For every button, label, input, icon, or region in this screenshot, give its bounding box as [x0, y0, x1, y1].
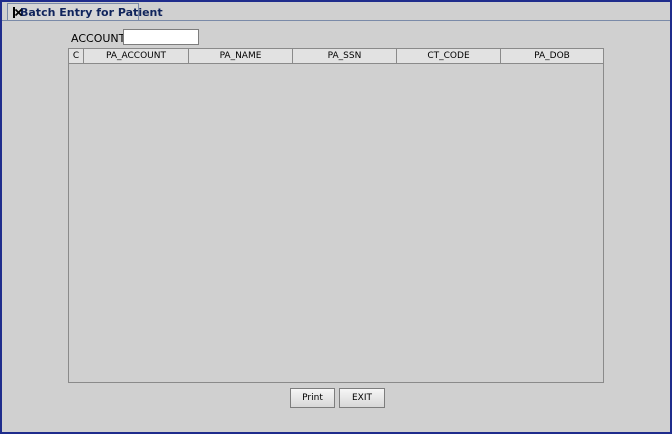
column-header-pa-ssn[interactable]: PA_SSN — [293, 49, 397, 63]
column-header-pa-dob[interactable]: PA_DOB — [501, 49, 603, 63]
tab-title: Batch Entry for Patient — [20, 5, 163, 19]
tab-divider — [2, 20, 670, 21]
column-header-pa-account[interactable]: PA_ACCOUNT — [84, 49, 189, 63]
column-header-c[interactable]: C — [69, 49, 84, 63]
exit-button[interactable]: EXIT — [339, 388, 385, 408]
column-header-ct-code[interactable]: CT_CODE — [397, 49, 501, 63]
account-input[interactable] — [123, 29, 199, 45]
table-header: C PA_ACCOUNT PA_NAME PA_SSN CT_CODE PA_D… — [69, 49, 603, 64]
print-button[interactable]: Print — [290, 388, 335, 408]
column-header-pa-name[interactable]: PA_NAME — [189, 49, 293, 63]
account-label: ACCOUNT — [71, 32, 126, 45]
tab-batch-entry[interactable]: Batch Entry for Patient — [7, 3, 163, 20]
app-window: Batch Entry for Patient ACCOUNT C PA_ACC… — [0, 0, 672, 434]
tab-strip: Batch Entry for Patient — [2, 2, 670, 20]
close-icon[interactable] — [13, 6, 23, 18]
patient-table[interactable]: C PA_ACCOUNT PA_NAME PA_SSN CT_CODE PA_D… — [68, 48, 604, 383]
